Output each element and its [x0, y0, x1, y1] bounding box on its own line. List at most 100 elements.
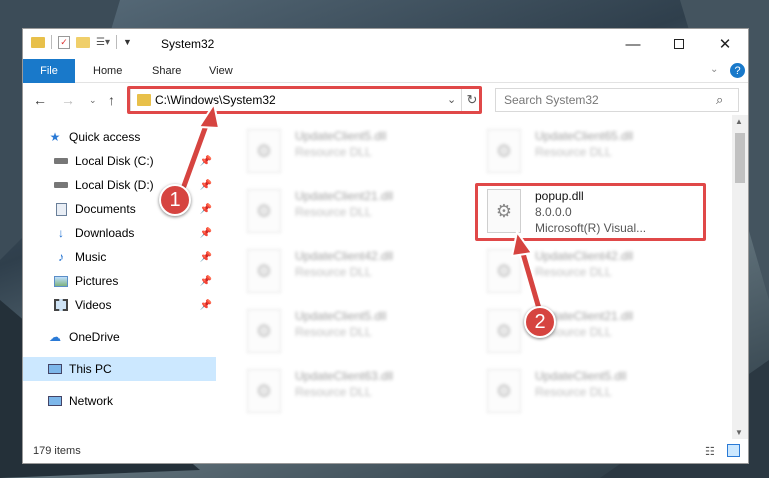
cloud-icon: ☁	[49, 330, 61, 344]
file-name: UpdateClient5.dll	[295, 309, 387, 323]
close-button[interactable]: ✕	[702, 29, 748, 59]
title-bar: ✓ ☰▾ ▼ System32 — ✕	[23, 29, 748, 59]
pin-icon: 📌	[199, 251, 212, 263]
pin-icon: 📌	[199, 299, 212, 311]
file-name: UpdateClient65.dll	[535, 129, 634, 143]
gear-icon: ⚙	[247, 309, 281, 353]
file-name: UpdateClient63.dll	[295, 369, 394, 383]
file-name: UpdateClient42.dll	[535, 249, 634, 263]
sidebar-item-label: OneDrive	[69, 330, 120, 344]
file-item[interactable]: ⚙ UpdateClient42.dll Resource DLL	[483, 245, 703, 301]
file-item[interactable]: ⚙ UpdateClient5.dll Resource DLL	[243, 125, 463, 181]
status-bar: 179 items ☷	[23, 439, 748, 463]
file-item[interactable]: ⚙ UpdateClient5.dll Resource DLL	[243, 305, 463, 361]
sidebar-item-label: Local Disk (C:)	[75, 154, 154, 168]
search-input[interactable]: Search System32 ⌕	[495, 88, 739, 112]
pin-icon: 📌	[199, 179, 212, 191]
folder-icon[interactable]	[31, 36, 45, 48]
file-description: Resource DLL	[535, 265, 612, 279]
gear-icon: ⚙	[247, 129, 281, 173]
tab-view[interactable]: View	[209, 59, 233, 83]
sidebar-item-this-pc[interactable]: This PC	[23, 357, 216, 381]
expand-ribbon-icon[interactable]: ⌄	[710, 64, 718, 75]
toolbar-divider	[115, 35, 117, 49]
file-item[interactable]: ⚙ UpdateClient21.dll Resource DLL	[483, 305, 703, 361]
sidebar-item-music[interactable]: ♪ Music 📌	[23, 245, 216, 269]
up-arrow-icon[interactable]: ↑	[108, 92, 115, 108]
minimize-button[interactable]: —	[610, 29, 656, 59]
file-name: UpdateClient42.dll	[295, 249, 394, 263]
navigation-pane: ★ Quick access Local Disk (C:) 📌 Local D…	[23, 121, 216, 439]
maximize-icon	[674, 39, 684, 49]
gear-icon: ⚙	[487, 369, 521, 413]
scroll-down-icon[interactable]: ▼	[735, 428, 743, 437]
back-arrow-icon[interactable]: ←	[33, 92, 47, 108]
file-item[interactable]: ⚙ UpdateClient65.dll Resource DLL	[483, 125, 703, 181]
sidebar-item-label: Network	[69, 394, 114, 408]
sidebar-item-label: This PC	[69, 362, 112, 376]
scroll-up-icon[interactable]: ▲	[735, 117, 743, 126]
pin-icon: 📌	[199, 227, 212, 239]
forward-arrow-icon[interactable]: →	[61, 92, 75, 108]
computer-icon	[47, 362, 63, 376]
file-description: Resource DLL	[295, 205, 372, 219]
step-badge-1: 1	[159, 184, 191, 216]
large-icons-view-icon[interactable]	[727, 444, 740, 457]
sidebar-item-label: Pictures	[75, 274, 119, 288]
toolbar-divider	[51, 35, 52, 49]
pin-icon: 📌	[199, 203, 212, 215]
tab-share[interactable]: Share	[152, 59, 181, 83]
file-item[interactable]: ⚙ UpdateClient21.dll Resource DLL	[243, 185, 463, 241]
file-item[interactable]: ⚙ UpdateClient5.dll Resource DLL	[483, 365, 703, 421]
tab-file[interactable]: File	[23, 59, 75, 83]
recent-locations-icon[interactable]: ⌄	[89, 95, 97, 106]
gear-icon: ⚙	[487, 249, 521, 293]
properties-icon[interactable]: ✓	[58, 35, 70, 49]
search-placeholder: Search System32	[504, 93, 599, 107]
chevron-down-icon[interactable]: ▼	[123, 37, 132, 47]
sidebar-item-label: Downloads	[75, 226, 135, 240]
sidebar-item-pictures[interactable]: Pictures 📌	[23, 269, 216, 293]
pictures-icon	[53, 274, 69, 288]
maximize-button[interactable]	[656, 29, 702, 59]
help-icon[interactable]: ?	[730, 63, 745, 78]
customize-icon[interactable]: ☰▾	[96, 37, 110, 48]
file-item[interactable]: ⚙ UpdateClient42.dll Resource DLL	[243, 245, 463, 301]
file-name: UpdateClient21.dll	[295, 189, 394, 203]
item-count: 179 items	[33, 445, 81, 457]
sidebar-item-label: Local Disk (D:)	[75, 178, 154, 192]
close-icon: ✕	[718, 36, 732, 53]
sidebar-item-network[interactable]: Network	[23, 389, 216, 413]
sidebar-item-label: Documents	[75, 202, 136, 216]
file-description: Resource DLL	[295, 325, 372, 339]
file-name: UpdateClient5.dll	[535, 369, 627, 383]
step-badge-2: 2	[524, 306, 556, 338]
new-folder-icon[interactable]	[76, 36, 90, 48]
file-list: ⚙ UpdateClient5.dll Resource DLL ⚙ Updat…	[233, 121, 733, 439]
sidebar-item-quick-access[interactable]: ★ Quick access	[23, 125, 216, 149]
file-description: Resource DLL	[535, 145, 612, 159]
search-icon: ⌕	[716, 92, 724, 107]
file-description: Resource DLL	[535, 385, 612, 399]
sidebar-item-local-disk-c[interactable]: Local Disk (C:) 📌	[23, 149, 216, 173]
window-title: System32	[161, 37, 215, 51]
file-item[interactable]: ⚙ UpdateClient63.dll Resource DLL	[243, 365, 463, 421]
scrollbar-thumb[interactable]	[735, 133, 745, 183]
network-icon	[47, 394, 63, 408]
gear-icon: ⚙	[487, 129, 521, 173]
tab-home[interactable]: Home	[93, 59, 122, 83]
gear-icon: ⚙	[247, 249, 281, 293]
videos-icon	[53, 298, 69, 312]
sidebar-item-videos[interactable]: Videos 📌	[23, 293, 216, 317]
sidebar-item-downloads[interactable]: ↓ Downloads 📌	[23, 221, 216, 245]
gear-icon: ⚙	[247, 369, 281, 413]
pin-icon: 📌	[199, 275, 212, 287]
sidebar-item-onedrive[interactable]: ☁ OneDrive	[23, 325, 216, 349]
drive-icon	[53, 178, 69, 192]
file-description: Resource DLL	[295, 145, 372, 159]
details-view-icon[interactable]: ☷	[705, 445, 715, 458]
quick-access-toolbar: ✓ ☰▾ ▼	[31, 35, 132, 49]
address-bar-highlight	[127, 86, 482, 114]
pin-icon: 📌	[199, 155, 212, 167]
vertical-scrollbar[interactable]: ▲ ▼	[732, 115, 748, 439]
